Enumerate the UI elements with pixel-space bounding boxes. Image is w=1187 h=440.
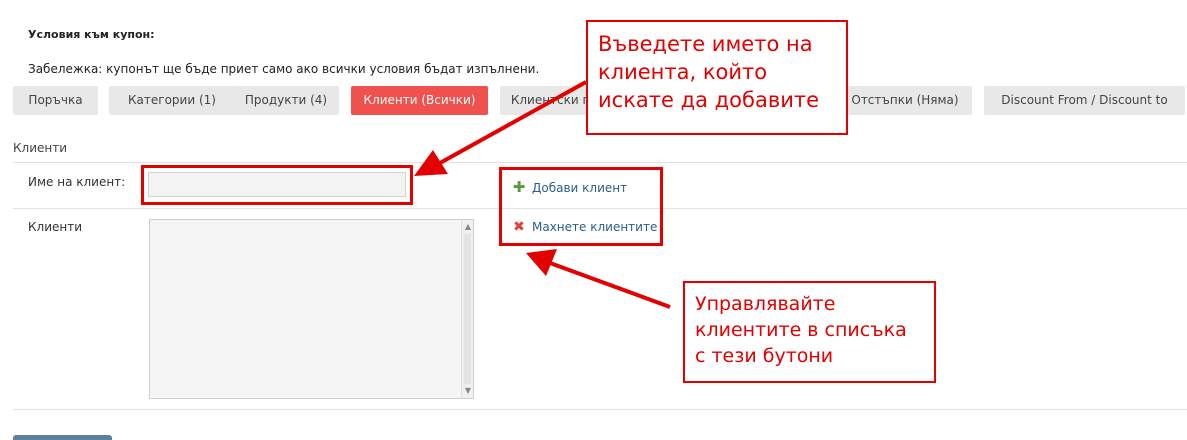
annotation-top: Въведете името на клиента, който искате …	[586, 20, 848, 135]
save-button[interactable]	[13, 435, 112, 440]
annotation-line: искате да добавите	[598, 88, 820, 112]
arrow-to-input	[439, 80, 587, 165]
annotation-line: Управлявайте	[695, 293, 836, 315]
annotation-line: клиента, който	[598, 60, 768, 84]
annotation-line: с тези бутони	[695, 345, 834, 367]
arrow-to-actions	[549, 261, 671, 309]
annotation-bottom: Управлявайте клиентите в списъка с тези …	[683, 281, 936, 383]
annotation-line: клиентите в списъка	[695, 319, 907, 341]
annotation-line: Въведете името на	[598, 32, 813, 56]
